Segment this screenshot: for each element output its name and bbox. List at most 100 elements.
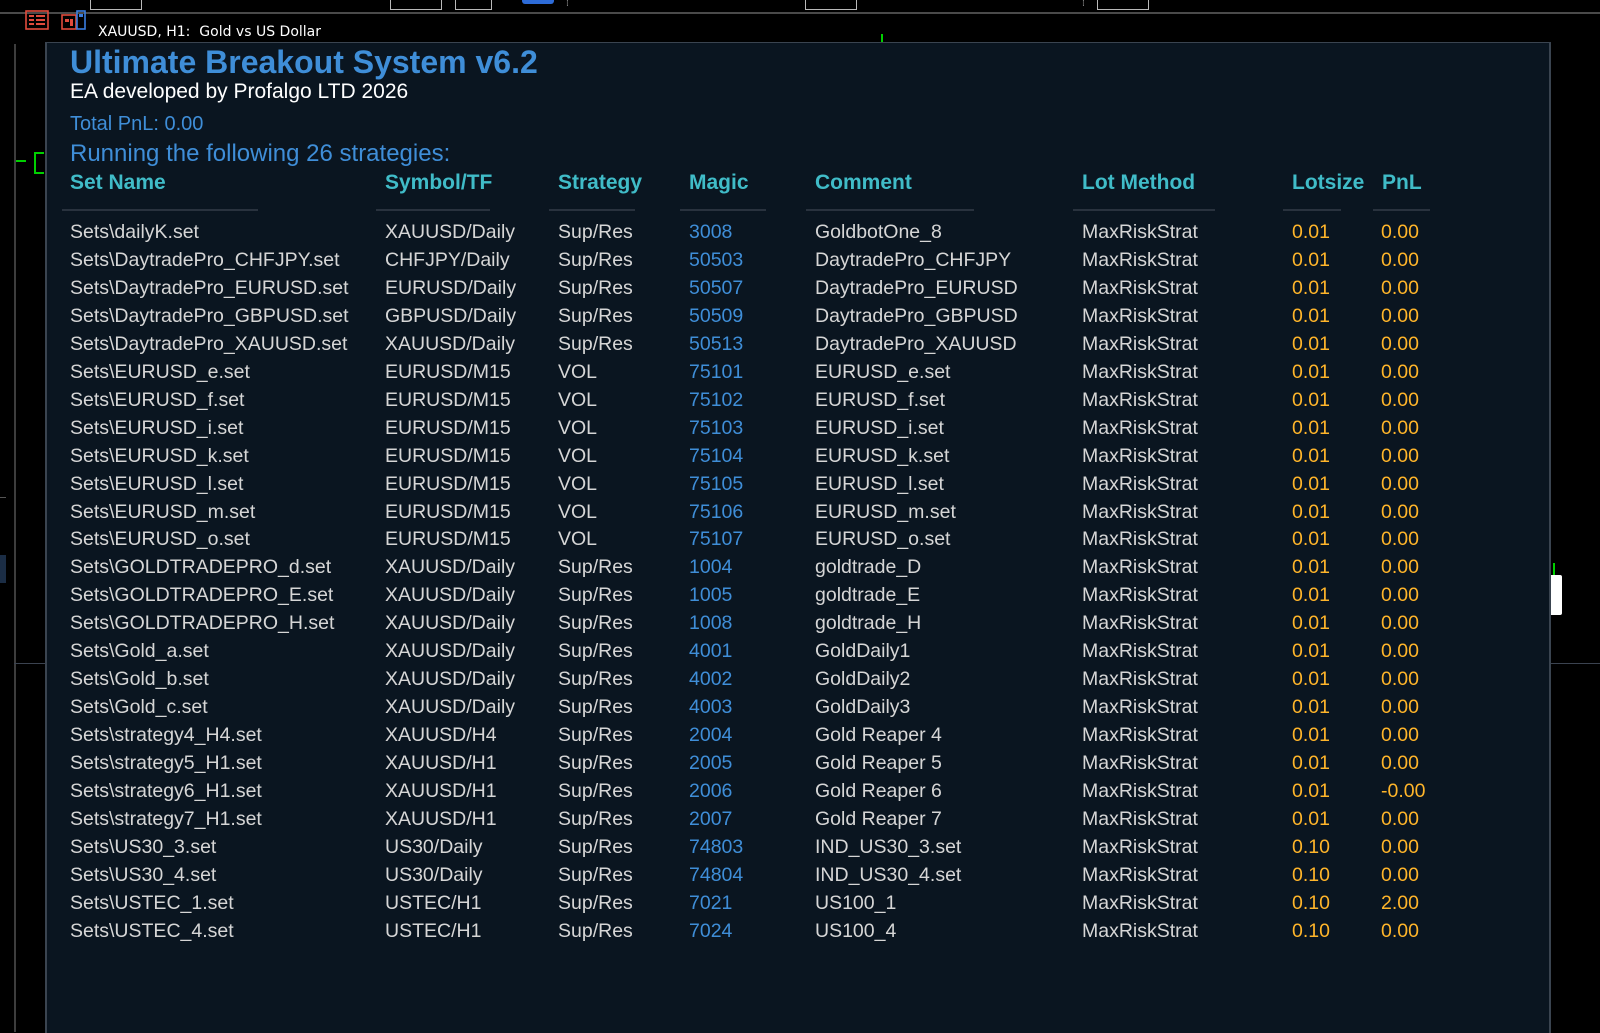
set-name-cell: Sets\DaytradePro_GBPUSD.set	[70, 304, 349, 327]
lotsize-cell: 0.10	[1292, 919, 1330, 942]
lot-method-cell: MaxRiskStrat	[1082, 724, 1198, 747]
set-name-cell: Sets\GOLDTRADEPRO_d.set	[70, 556, 332, 579]
table-row: Sets\USTEC_1.set USTEC/H1 Sup/Res 7021 US100…	[0, 889, 1500, 917]
symbol-tf-cell: EURUSD/M15	[385, 528, 511, 551]
lot-method-cell: MaxRiskStrat	[1082, 807, 1198, 830]
pnl-cell: 0.00	[1381, 640, 1419, 663]
lotsize-cell: 0.01	[1292, 807, 1330, 830]
set-name-cell: Sets\strategy6_H1.set	[70, 780, 262, 802]
magic-cell: 2005	[689, 752, 733, 775]
magic-cell: 75103	[689, 416, 744, 439]
chart-area[interactable]	[1549, 42, 1600, 1032]
toolbar-strip: ⁞ ⁞	[0, 0, 1600, 14]
strategy-cell: VOL	[558, 360, 598, 383]
comment-cell: EURUSD_i.set	[815, 416, 944, 439]
pnl-cell: 0.00	[1381, 388, 1419, 411]
chart-window-menu-icon[interactable]	[25, 10, 49, 30]
lot-method-cell: MaxRiskStrat	[1082, 891, 1198, 914]
pnl-cell: 0.00	[1381, 668, 1419, 691]
table-row: Sets\strategy6_H1.set XAUUSD/H1 Sup/Res 200…	[0, 777, 1500, 805]
lot-method-cell: MaxRiskStrat	[1082, 388, 1198, 411]
symbol-tf-cell: XAUUSD/Daily	[385, 668, 516, 691]
lotsize-cell: 0.01	[1292, 556, 1330, 579]
toolbar-grip-icon[interactable]: ⁞	[1082, 0, 1085, 9]
lot-method-cell: MaxRiskStrat	[1082, 444, 1198, 467]
pnl-cell: 0.00	[1381, 248, 1419, 271]
strategy-cell: Sup/Res	[558, 276, 633, 299]
table-row: Sets\EURUSD_k.set EURUSD/M15 VOL 75104 EURUS…	[0, 442, 1500, 470]
magic-cell: 2006	[689, 780, 733, 802]
set-name-cell: Sets\Gold_a.set	[70, 640, 209, 663]
lot-method-cell: MaxRiskStrat	[1082, 248, 1198, 271]
magic-cell: 75104	[689, 444, 744, 467]
symbol-tf-cell: EURUSD/M15	[385, 360, 511, 383]
strategy-cell: Sup/Res	[558, 584, 633, 607]
pnl-cell: 0.00	[1381, 221, 1419, 243]
lot-method-cell: MaxRiskStrat	[1082, 556, 1198, 579]
strategy-cell: Sup/Res	[558, 724, 633, 747]
column-header-divider	[1073, 209, 1215, 211]
symbol-tf-cell: USTEC/H1	[385, 919, 482, 942]
set-name-cell: Sets\GOLDTRADEPRO_E.set	[70, 584, 334, 607]
table-row: Sets\Gold_c.set XAUUSD/Daily Sup/Res 4003 Go…	[0, 693, 1500, 721]
set-name-cell: Sets\Gold_b.set	[70, 668, 209, 691]
comment-cell: IND_US30_3.set	[815, 835, 962, 858]
strategy-cell: Sup/Res	[558, 612, 633, 635]
column-header-symbol-tf: Symbol/TF	[385, 171, 493, 194]
strategy-cell: Sup/Res	[558, 835, 633, 858]
magic-cell: 7024	[689, 919, 733, 942]
chart-candle-tick	[881, 34, 883, 42]
magic-cell: 50503	[689, 248, 744, 271]
set-name-cell: Sets\DaytradePro_EURUSD.set	[70, 276, 349, 299]
lotsize-cell: 0.01	[1292, 276, 1330, 299]
lot-method-cell: MaxRiskStrat	[1082, 276, 1198, 299]
column-header-divider	[680, 209, 766, 211]
set-name-cell: Sets\strategy7_H1.set	[70, 807, 262, 830]
table-row: Sets\US30_4.set US30/Daily Sup/Res 74804 IND…	[0, 861, 1500, 889]
strategy-cell: Sup/Res	[558, 807, 633, 830]
symbol-tf-cell: EURUSD/M15	[385, 500, 511, 523]
table-row: Sets\USTEC_4.set USTEC/H1 Sup/Res 7024 US100…	[0, 917, 1500, 945]
comment-cell: EURUSD_o.set	[815, 528, 951, 551]
toolbar-button[interactable]	[1097, 0, 1149, 10]
pnl-cell: 0.00	[1381, 612, 1419, 635]
strategy-cell: Sup/Res	[558, 696, 633, 719]
symbol-tf-cell: EURUSD/M15	[385, 444, 511, 467]
magic-cell: 4003	[689, 696, 733, 719]
total-pnl: Total PnL: 0.00	[70, 113, 204, 135]
lot-method-cell: MaxRiskStrat	[1082, 863, 1198, 886]
pnl-cell: 0.00	[1381, 835, 1419, 858]
column-header-divider	[1373, 209, 1430, 211]
set-name-cell: Sets\EURUSD_m.set	[70, 500, 256, 523]
toolbar-active-indicator[interactable]	[522, 0, 554, 4]
set-name-cell: Sets\EURUSD_i.set	[70, 416, 244, 439]
magic-cell: 2004	[689, 724, 733, 747]
set-name-cell: Sets\dailyK.set	[70, 221, 199, 243]
lotsize-cell: 0.01	[1292, 528, 1330, 551]
comment-cell: DaytradePro_EURUSD	[815, 276, 1018, 299]
toolbar-button[interactable]	[805, 0, 857, 10]
table-row: Sets\strategy4_H4.set XAUUSD/H4 Sup/Res 200…	[0, 721, 1500, 749]
lotsize-cell: 0.01	[1292, 332, 1330, 355]
pnl-cell: 0.00	[1381, 444, 1419, 467]
symbol-tf-cell: XAUUSD/Daily	[385, 332, 516, 355]
symbol-tf-cell: US30/Daily	[385, 863, 483, 886]
toolbar-button[interactable]	[390, 0, 442, 10]
table-row: Sets\strategy7_H1.set XAUUSD/H1 Sup/Res 200…	[0, 805, 1500, 833]
pnl-cell: 0.00	[1381, 332, 1419, 355]
table-row: Sets\GOLDTRADEPRO_E.set XAUUSD/Daily Sup/R…	[0, 581, 1500, 609]
toolbar-grip-icon[interactable]: ⁞	[566, 0, 569, 9]
toolbar-button[interactable]	[90, 0, 142, 10]
lotsize-cell: 0.01	[1292, 640, 1330, 663]
comment-cell: EURUSD_k.set	[815, 444, 950, 467]
set-name-cell: Sets\EURUSD_f.set	[70, 388, 245, 411]
pnl-cell: 0.00	[1381, 276, 1419, 299]
table-row: Sets\EURUSD_o.set EURUSD/M15 VOL 75107 EURUS…	[0, 525, 1500, 553]
magic-cell: 3008	[689, 221, 733, 243]
lotsize-cell: 0.01	[1292, 416, 1330, 439]
set-name-cell: Sets\strategy5_H1.set	[70, 752, 262, 775]
magic-cell: 1008	[689, 612, 733, 635]
expert-advisor-icon[interactable]	[61, 10, 86, 30]
toolbar-button[interactable]	[455, 0, 492, 10]
table-row: Sets\EURUSD_f.set EURUSD/M15 VOL 75102 EURUS…	[0, 386, 1500, 414]
